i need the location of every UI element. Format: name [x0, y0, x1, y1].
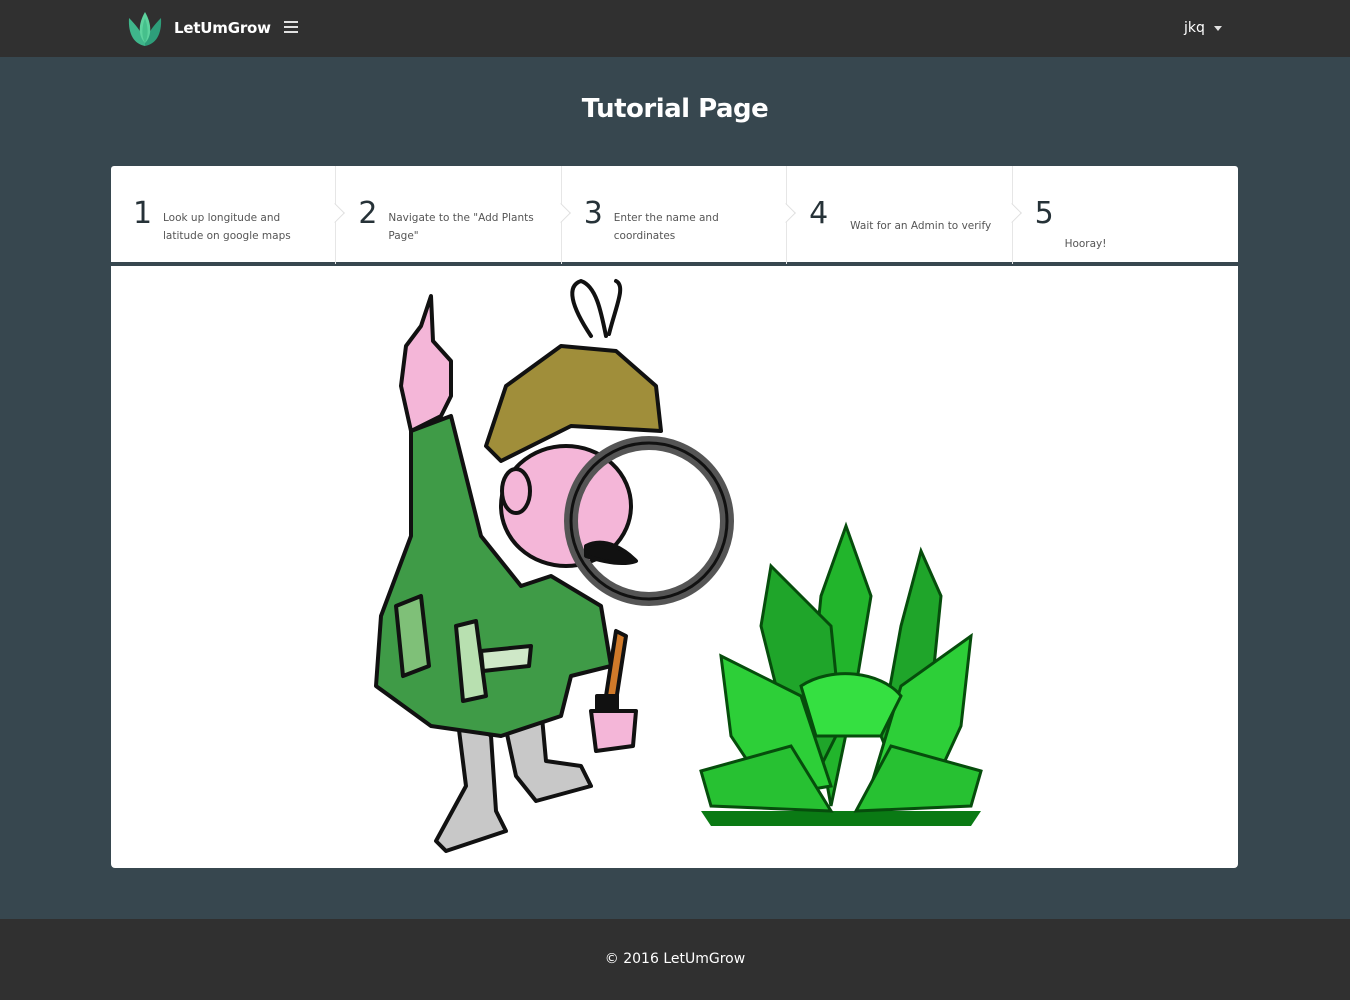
step-number: 1 [133, 196, 153, 231]
tutorial-steps: 1 Look up longitude and latitude on goog… [111, 166, 1238, 264]
step-number: 4 [809, 196, 829, 231]
page-title: Tutorial Page [581, 94, 769, 124]
hamburger-menu-icon[interactable] [284, 21, 298, 35]
user-menu[interactable]: jkq [1184, 20, 1205, 36]
copyright-text: © 2016 LetUmGrow [604, 951, 746, 967]
step-description: Look up longitude and latitude on google… [163, 212, 291, 242]
footer: © 2016 LetUmGrow [0, 919, 1350, 1000]
step-1[interactable]: 1 Look up longitude and latitude on goog… [111, 166, 346, 264]
step-description: Enter the name and coordinates [613, 212, 719, 242]
chevron-down-icon[interactable] [1214, 26, 1222, 31]
step-5[interactable]: 5 Hooray! [1013, 166, 1238, 264]
top-navbar: LetUmGrow jkq [0, 0, 1350, 57]
brand-name[interactable]: LetUmGrow [174, 19, 271, 37]
step-4[interactable]: 4 Wait for an Admin to verify [787, 166, 1022, 264]
step-number: 2 [358, 196, 378, 231]
step-3[interactable]: 3 Enter the name and coordinates [562, 166, 797, 264]
step-number: 3 [583, 196, 603, 231]
tulip-logo-icon[interactable] [126, 10, 164, 48]
tutorial-image-panel [111, 266, 1238, 868]
step-2[interactable]: 2 Navigate to the "Add Plants Page" [336, 166, 571, 264]
step-description: Hooray! [1064, 238, 1107, 250]
detective-plant-illustration [374, 279, 983, 853]
step-description: Wait for an Admin to verify [850, 220, 992, 232]
step-description: Navigate to the "Add Plants Page" [388, 212, 534, 242]
step-number: 5 [1034, 196, 1054, 231]
